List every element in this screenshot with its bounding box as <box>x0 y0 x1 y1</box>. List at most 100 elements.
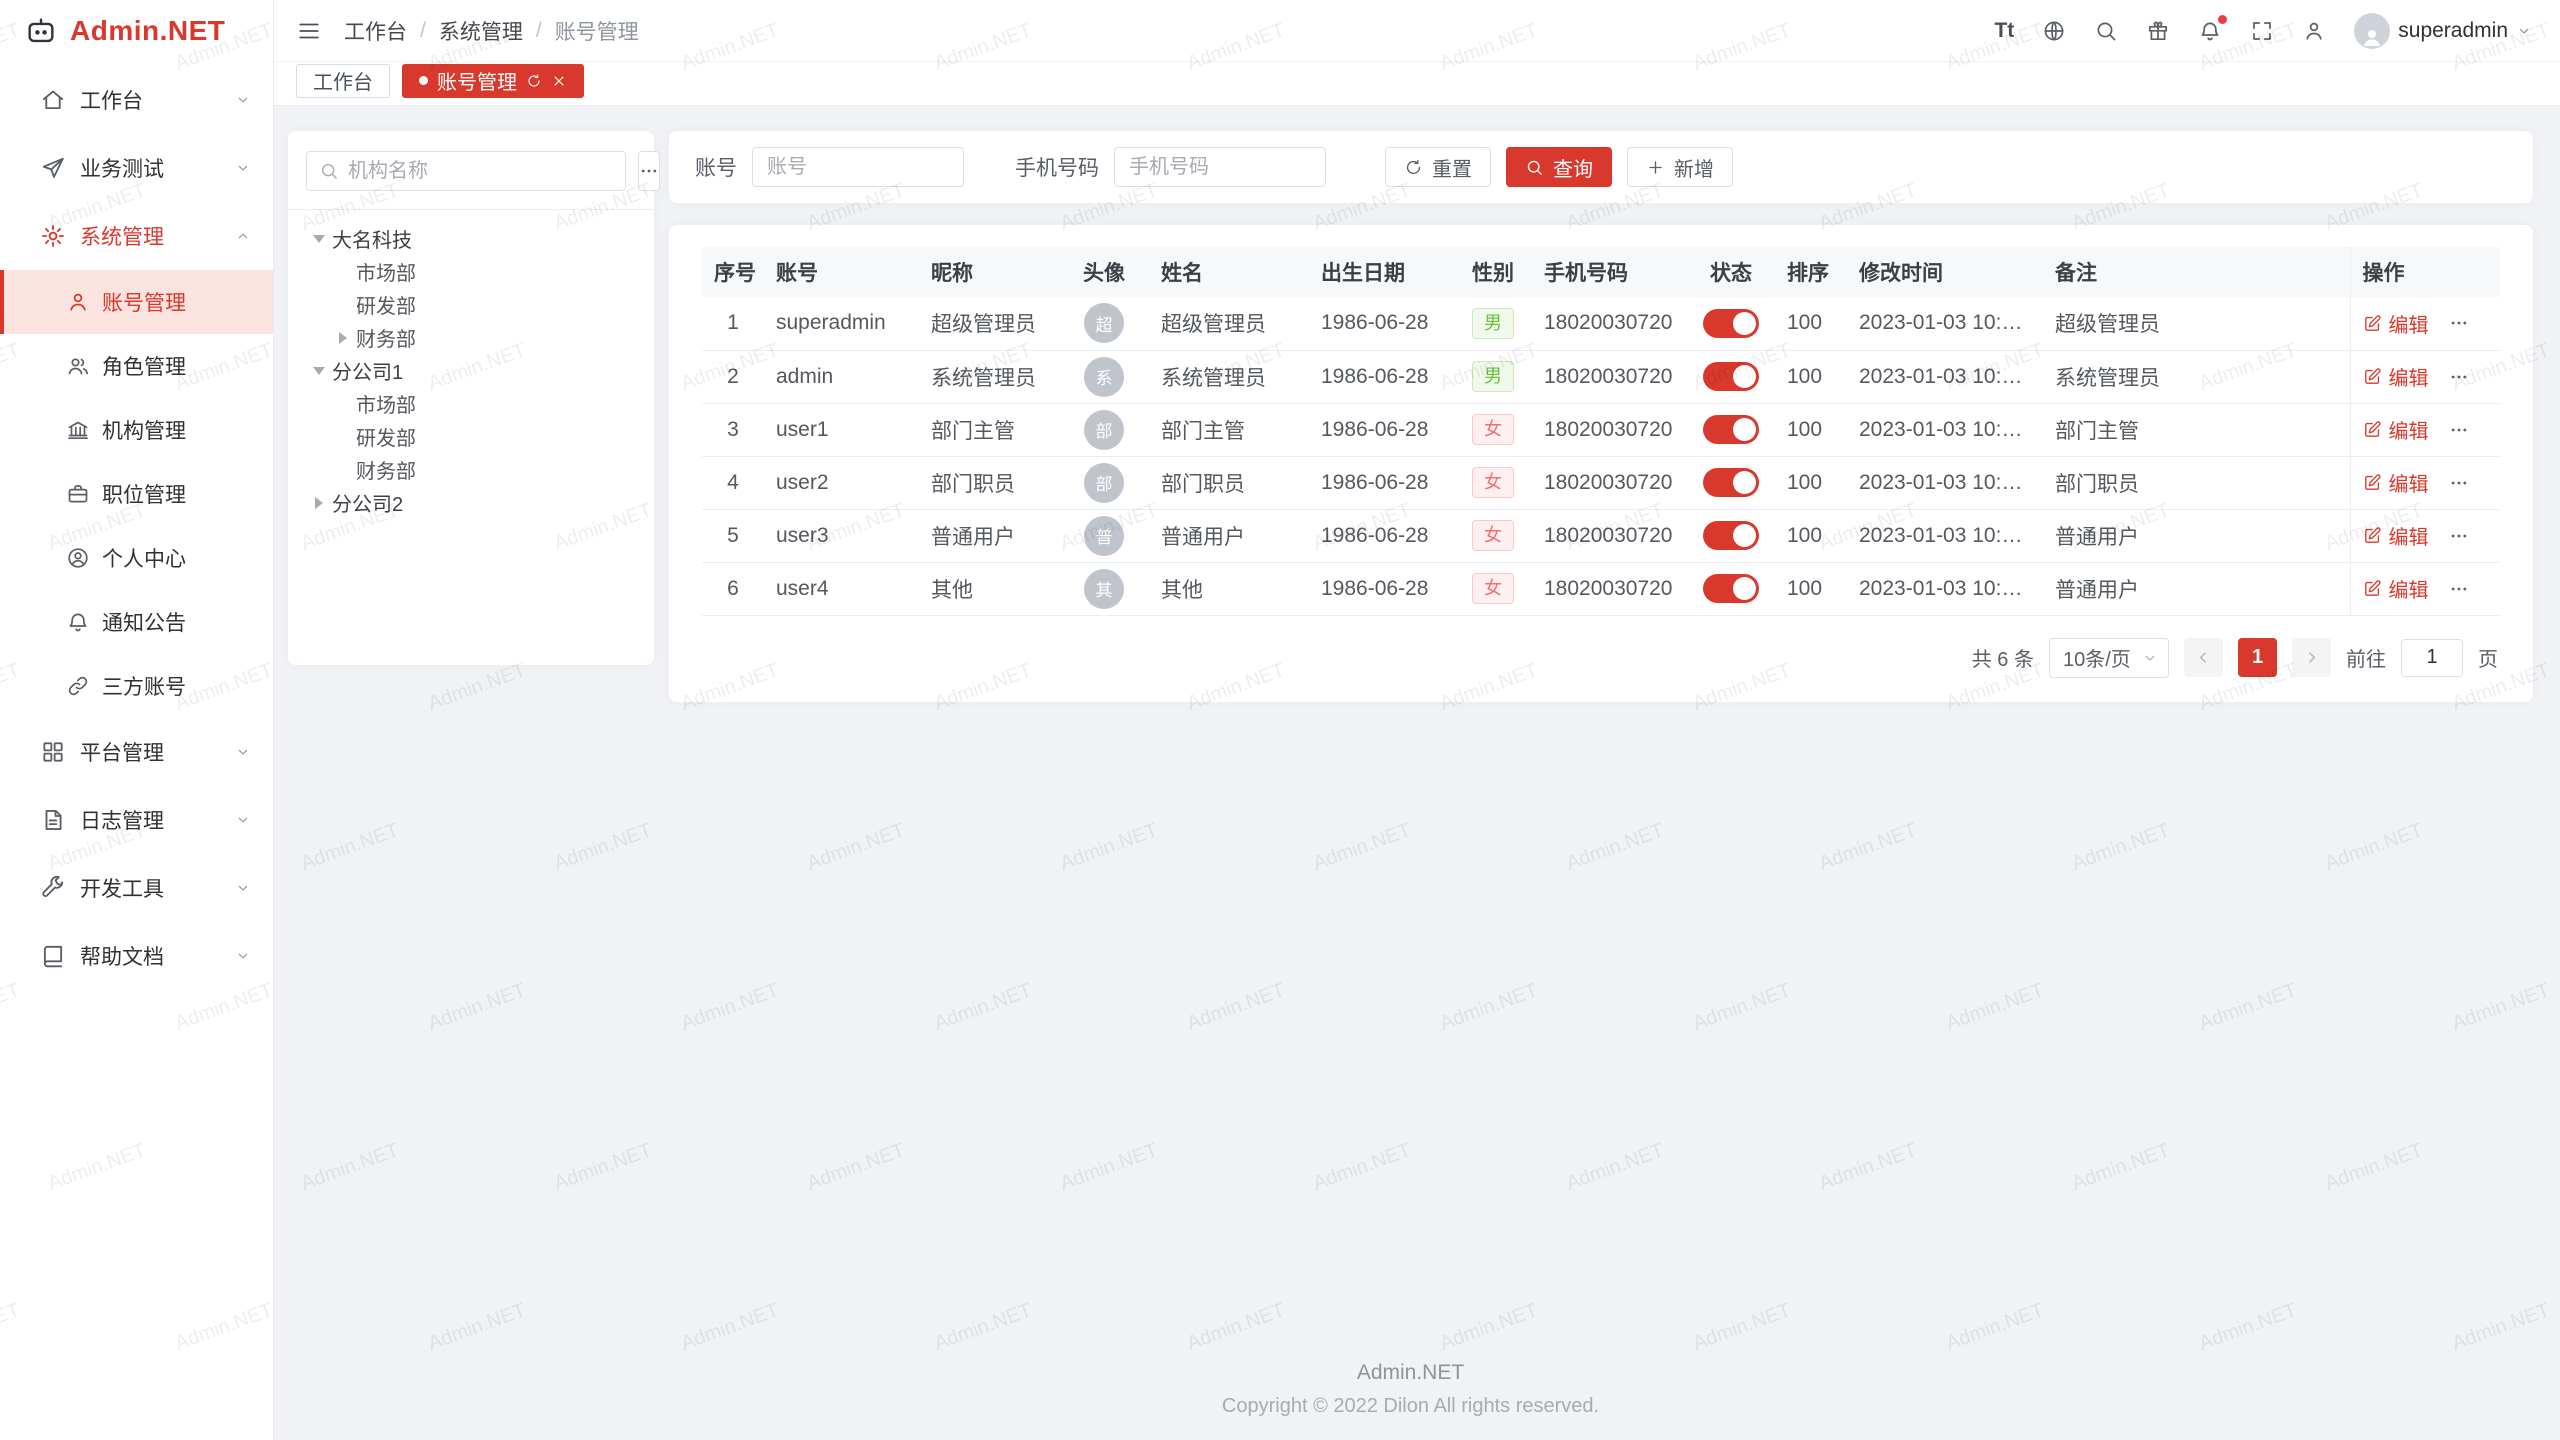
refresh-icon[interactable] <box>526 73 542 89</box>
status-toggle[interactable] <box>1703 574 1759 603</box>
edit-button[interactable]: 编辑 <box>2363 521 2429 550</box>
sidebar-item-dev-tools[interactable]: 开发工具 <box>0 854 273 922</box>
next-page-button[interactable] <box>2292 638 2331 677</box>
status-toggle[interactable] <box>1703 521 1759 550</box>
page-size-select[interactable]: 10条/页 <box>2049 638 2169 678</box>
edit-button[interactable]: 编辑 <box>2363 468 2429 497</box>
more-actions-button[interactable] <box>2449 420 2469 440</box>
search-button[interactable]: 查询 <box>1506 147 1612 187</box>
caret-down-icon[interactable] <box>306 367 332 375</box>
cell-name: 超级管理员 <box>1149 297 1309 350</box>
sidebar-item-log-management[interactable]: 日志管理 <box>0 786 273 854</box>
sidebar-item-account-management[interactable]: 账号管理 <box>0 270 273 334</box>
status-toggle[interactable] <box>1703 468 1759 497</box>
gender-badge: 男 <box>1472 361 1514 392</box>
cell-phone: 18020030720 <box>1532 456 1687 509</box>
tree-node[interactable]: 财务部 <box>306 321 636 354</box>
prev-page-button[interactable] <box>2184 638 2223 677</box>
col-header: 头像 <box>1059 247 1149 297</box>
edit-button[interactable]: 编辑 <box>2363 574 2429 603</box>
tree-node[interactable]: 财务部 <box>306 453 636 486</box>
tree-node[interactable]: 研发部 <box>306 288 636 321</box>
cell-birthday: 1986-06-28 <box>1309 403 1454 456</box>
edit-label: 编辑 <box>2389 309 2429 338</box>
logo-icon <box>24 14 58 48</box>
search-icon[interactable] <box>2094 19 2118 43</box>
more-actions-button[interactable] <box>2449 526 2469 546</box>
sidebar-item-help-docs[interactable]: 帮助文档 <box>0 922 273 990</box>
status-toggle[interactable] <box>1703 415 1759 444</box>
col-header: 状态 <box>1687 247 1775 297</box>
more-actions-button[interactable] <box>2449 367 2469 387</box>
caret-right-icon[interactable] <box>306 497 332 509</box>
more-actions-button[interactable] <box>2449 473 2469 493</box>
row-avatar: 其 <box>1084 569 1124 609</box>
cell-account: user4 <box>764 562 919 615</box>
org-more-button[interactable] <box>638 151 660 191</box>
account-table-card: 序号 账号 昵称 头像 姓名 出生日期 性别 手机号码 状态 排序 修改时间 <box>669 225 2533 702</box>
cell-index: 3 <box>702 403 764 456</box>
page-number[interactable]: 1 <box>2238 638 2277 677</box>
menu-icon[interactable] <box>296 18 322 44</box>
add-button[interactable]: 新增 <box>1627 147 1733 187</box>
close-icon[interactable] <box>551 73 567 89</box>
cell-name: 其他 <box>1149 562 1309 615</box>
sidebar-item-organization-management[interactable]: 机构管理 <box>0 398 273 462</box>
cell-name: 部门主管 <box>1149 403 1309 456</box>
user-menu[interactable]: superadmin <box>2354 13 2532 49</box>
reset-button[interactable]: 重置 <box>1385 147 1491 187</box>
gift-icon[interactable] <box>2146 19 2170 43</box>
phone-input[interactable] <box>1114 147 1326 187</box>
cell-remark: 普通用户 <box>2043 509 2350 562</box>
sidebar-item-label: 账号管理 <box>102 287 186 317</box>
sidebar-item-business-test[interactable]: 业务测试 <box>0 134 273 202</box>
edit-button[interactable]: 编辑 <box>2363 415 2429 444</box>
caret-down-icon[interactable] <box>306 235 332 243</box>
sidebar-item-platform-management[interactable]: 平台管理 <box>0 718 273 786</box>
goto-label: 前往 <box>2346 643 2386 672</box>
org-search-input[interactable] <box>348 160 613 183</box>
sidebar-item-third-party-account[interactable]: 三方账号 <box>0 654 273 718</box>
caret-right-icon[interactable] <box>330 332 356 344</box>
sidebar-item-system-management[interactable]: 系统管理 <box>0 202 273 270</box>
tree-node-label: 研发部 <box>356 422 416 451</box>
account-input[interactable] <box>752 147 964 187</box>
tree-node[interactable]: 大名科技 <box>306 222 636 255</box>
more-actions-button[interactable] <box>2449 313 2469 333</box>
row-avatar: 超 <box>1084 303 1124 343</box>
tree-node[interactable]: 分公司1 <box>306 354 636 387</box>
status-toggle[interactable] <box>1703 362 1759 391</box>
breadcrumb-item[interactable]: 工作台 <box>344 16 407 46</box>
logo[interactable]: Admin.NET <box>0 0 273 62</box>
tab-workbench[interactable]: 工作台 <box>296 64 390 98</box>
breadcrumb-item[interactable]: 系统管理 <box>439 16 523 46</box>
sidebar-item-role-management[interactable]: 角色管理 <box>0 334 273 398</box>
sidebar-item-notice-announcement[interactable]: 通知公告 <box>0 590 273 654</box>
cell-birthday: 1986-06-28 <box>1309 297 1454 350</box>
bell-icon[interactable] <box>2198 19 2222 43</box>
sidebar-item-personal-center[interactable]: 个人中心 <box>0 526 273 590</box>
cell-nickname: 普通用户 <box>919 509 1059 562</box>
more-actions-button[interactable] <box>2449 579 2469 599</box>
fullscreen-icon[interactable] <box>2250 19 2274 43</box>
sidebar-item-position-management[interactable]: 职位管理 <box>0 462 273 526</box>
tree-node[interactable]: 研发部 <box>306 420 636 453</box>
status-toggle[interactable] <box>1703 309 1759 338</box>
tree-node[interactable]: 市场部 <box>306 387 636 420</box>
tree-node[interactable]: 市场部 <box>306 255 636 288</box>
edit-button[interactable]: 编辑 <box>2363 309 2429 338</box>
document-icon <box>40 807 66 833</box>
locale-icon[interactable] <box>2042 19 2066 43</box>
tree-node[interactable]: 分公司2 <box>306 486 636 519</box>
sidebar-item-workbench[interactable]: 工作台 <box>0 66 273 134</box>
edit-label: 编辑 <box>2389 468 2429 497</box>
font-size-icon[interactable]: Tt <box>1994 19 2014 43</box>
tab-account-management[interactable]: 账号管理 <box>402 64 584 98</box>
book-icon <box>40 943 66 969</box>
sidebar-item-label: 工作台 <box>80 85 143 115</box>
goto-page-input[interactable] <box>2401 639 2463 677</box>
edit-button[interactable]: 编辑 <box>2363 362 2429 391</box>
profile-icon[interactable] <box>2302 19 2326 43</box>
tree-node-label: 财务部 <box>356 455 416 484</box>
brand-name: Admin.NET <box>70 15 225 47</box>
